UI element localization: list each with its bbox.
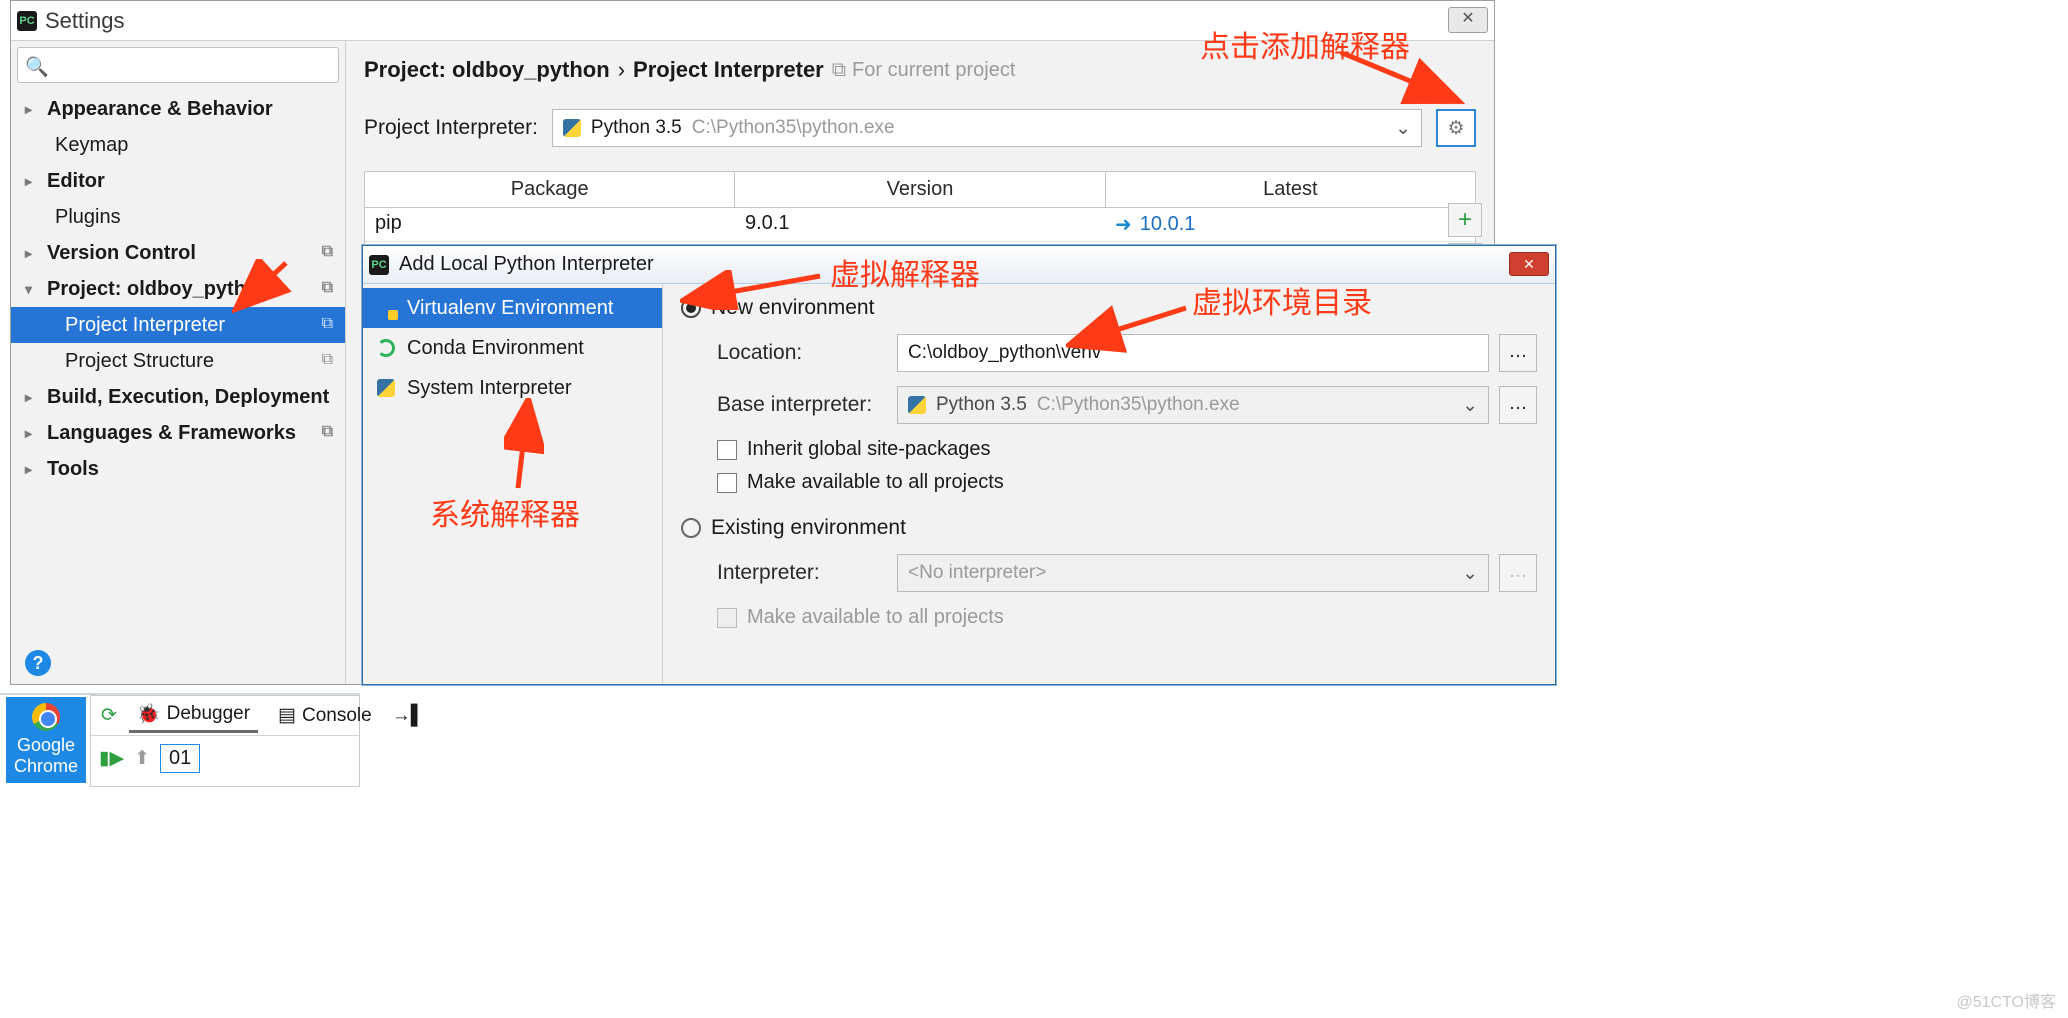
python-icon — [377, 379, 395, 397]
breadcrumb-page: Project Interpreter — [633, 57, 824, 83]
base-interpreter-label: Base interpreter: — [717, 393, 897, 417]
chrome-taskbar-icon[interactable]: Google Chrome — [6, 697, 86, 783]
add-package-button[interactable]: + — [1448, 203, 1482, 237]
radio-icon — [681, 518, 701, 538]
tree-plugins[interactable]: Plugins — [11, 199, 345, 235]
copy-icon: ⧉ — [322, 243, 333, 261]
copy-icon: ⧉ — [322, 351, 333, 369]
base-interpreter-browse-button[interactable]: … — [1499, 386, 1537, 424]
dialog-title: Add Local Python Interpreter — [399, 253, 654, 276]
checkbox-icon — [717, 440, 737, 460]
inherit-checkbox-row[interactable]: Inherit global site-packages — [681, 438, 1537, 461]
project-interpreter-gear-button[interactable]: ⚙ — [1436, 109, 1476, 147]
chevron-down-icon: ⌄ — [1462, 394, 1478, 417]
python-icon — [908, 396, 926, 414]
settings-sidebar: 🔍 Appearance & Behavior Keymap Editor Pl… — [11, 41, 346, 684]
radio-icon — [681, 298, 701, 318]
dialog-sidebar: Virtualenv Environment Conda Environment… — [363, 284, 663, 684]
breadcrumb-note: ⧉For current project — [832, 59, 1016, 82]
debugger-icon: 🐞 — [137, 702, 161, 726]
tree-languages[interactable]: Languages & Frameworks⧉ — [11, 415, 345, 451]
taskbar-fragment: Google Chrome ⟳ 🐞Debugger ▤Console →▌ ▮▶… — [0, 693, 360, 788]
sidebar-item-virtualenv[interactable]: Virtualenv Environment — [363, 288, 662, 328]
resume-icon[interactable]: ▮▶ — [99, 747, 124, 770]
watermark: @51CTO博客 — [1956, 988, 2056, 1012]
settings-titlebar: PC Settings — [11, 1, 1494, 41]
base-interpreter-select[interactable]: Python 3.5 C:\Python35\python.exe ⌄ — [897, 386, 1489, 424]
dialog-titlebar: PC Add Local Python Interpreter — [363, 246, 1555, 284]
add-interpreter-dialog: PC Add Local Python Interpreter ✕ Virtua… — [362, 245, 1556, 685]
new-environment-radio[interactable]: New environment — [681, 296, 1537, 320]
col-latest[interactable]: Latest — [1106, 172, 1475, 207]
project-interpreter-select[interactable]: Python 3.5 C:\Python35\python.exe ⌄ — [552, 109, 1422, 147]
location-label: Location: — [717, 341, 897, 365]
existing-make-available-row: Make available to all projects — [681, 606, 1537, 629]
existing-interpreter-row: Interpreter: <No interpreter> ⌄ … — [681, 554, 1537, 592]
console-icon: ▤ — [278, 704, 296, 727]
tree-tools[interactable]: Tools — [11, 451, 345, 487]
search-icon: 🔍 — [25, 55, 49, 79]
existing-interpreter-browse-button: … — [1499, 554, 1537, 592]
existing-interpreter-select: <No interpreter> ⌄ — [897, 554, 1489, 592]
upgrade-arrow-icon: ➜ — [1115, 212, 1132, 237]
debugger-panel: ⟳ 🐞Debugger ▤Console →▌ ▮▶ ⬆ 01 — [90, 695, 360, 787]
project-interpreter-label: Project Interpreter: — [364, 116, 538, 140]
copy-icon: ⧉ — [832, 59, 846, 82]
table-row[interactable]: pip 9.0.1 ➜10.0.1 — [365, 208, 1475, 242]
packages-header: Package Version Latest — [365, 172, 1475, 208]
dialog-form: New environment Location: C:\oldboy_pyth… — [663, 284, 1555, 684]
pycharm-icon: PC — [369, 255, 389, 275]
location-browse-button[interactable]: … — [1499, 334, 1537, 372]
copy-icon: ⧉ — [322, 279, 333, 297]
chevron-down-icon: ⌄ — [1395, 117, 1411, 140]
tree-keymap[interactable]: Keymap — [11, 127, 345, 163]
settings-search-input[interactable] — [17, 47, 339, 83]
python-icon — [563, 119, 581, 137]
conda-icon — [377, 339, 395, 357]
settings-title: Settings — [45, 8, 125, 34]
step-up-icon[interactable]: ⬆ — [134, 747, 150, 770]
gear-icon: ⚙ — [1447, 117, 1464, 140]
checkbox-icon — [717, 473, 737, 493]
tab-debugger[interactable]: 🐞Debugger — [129, 698, 258, 733]
more-icon[interactable]: →▌ — [392, 705, 424, 727]
tree-project[interactable]: Project: oldboy_python⧉ — [11, 271, 345, 307]
frame-number[interactable]: 01 — [160, 744, 200, 773]
breadcrumb-project: Project: oldboy_python — [364, 57, 610, 83]
col-version[interactable]: Version — [735, 172, 1105, 207]
make-available-checkbox-row[interactable]: Make available to all projects — [681, 471, 1537, 494]
rerun-icon[interactable]: ⟳ — [101, 704, 117, 727]
location-row: Location: C:\oldboy_python\venv … — [681, 334, 1537, 372]
chevron-down-icon: ⌄ — [1462, 562, 1478, 585]
existing-environment-radio[interactable]: Existing environment — [681, 516, 1537, 540]
copy-icon: ⧉ — [322, 315, 333, 333]
pycharm-icon: PC — [17, 11, 37, 31]
chrome-logo-icon — [32, 703, 60, 731]
tree-editor[interactable]: Editor — [11, 163, 345, 199]
tab-console[interactable]: ▤Console — [270, 700, 380, 731]
col-package[interactable]: Package — [365, 172, 735, 207]
tree-version-control[interactable]: Version Control⧉ — [11, 235, 345, 271]
project-interpreter-row: Project Interpreter: Python 3.5 C:\Pytho… — [364, 109, 1476, 147]
help-button[interactable]: ? — [25, 650, 51, 676]
checkbox-icon — [717, 608, 737, 628]
virtualenv-icon — [377, 299, 395, 317]
copy-icon: ⧉ — [322, 423, 333, 441]
sidebar-item-system[interactable]: System Interpreter — [363, 368, 662, 408]
base-interpreter-row: Base interpreter: Python 3.5 C:\Python35… — [681, 386, 1537, 424]
settings-close-button[interactable]: ✕ — [1448, 7, 1488, 33]
tree-project-interpreter[interactable]: Project Interpreter⧉ — [11, 307, 345, 343]
tree-appearance[interactable]: Appearance & Behavior — [11, 91, 345, 127]
tree-project-structure[interactable]: Project Structure⧉ — [11, 343, 345, 379]
location-input[interactable]: C:\oldboy_python\venv — [897, 334, 1489, 372]
existing-interpreter-label: Interpreter: — [717, 561, 897, 585]
dialog-close-button[interactable]: ✕ — [1509, 252, 1549, 276]
tree-build[interactable]: Build, Execution, Deployment — [11, 379, 345, 415]
sidebar-item-conda[interactable]: Conda Environment — [363, 328, 662, 368]
settings-tree: Appearance & Behavior Keymap Editor Plug… — [11, 91, 345, 642]
breadcrumb: Project: oldboy_python › Project Interpr… — [364, 57, 1476, 83]
